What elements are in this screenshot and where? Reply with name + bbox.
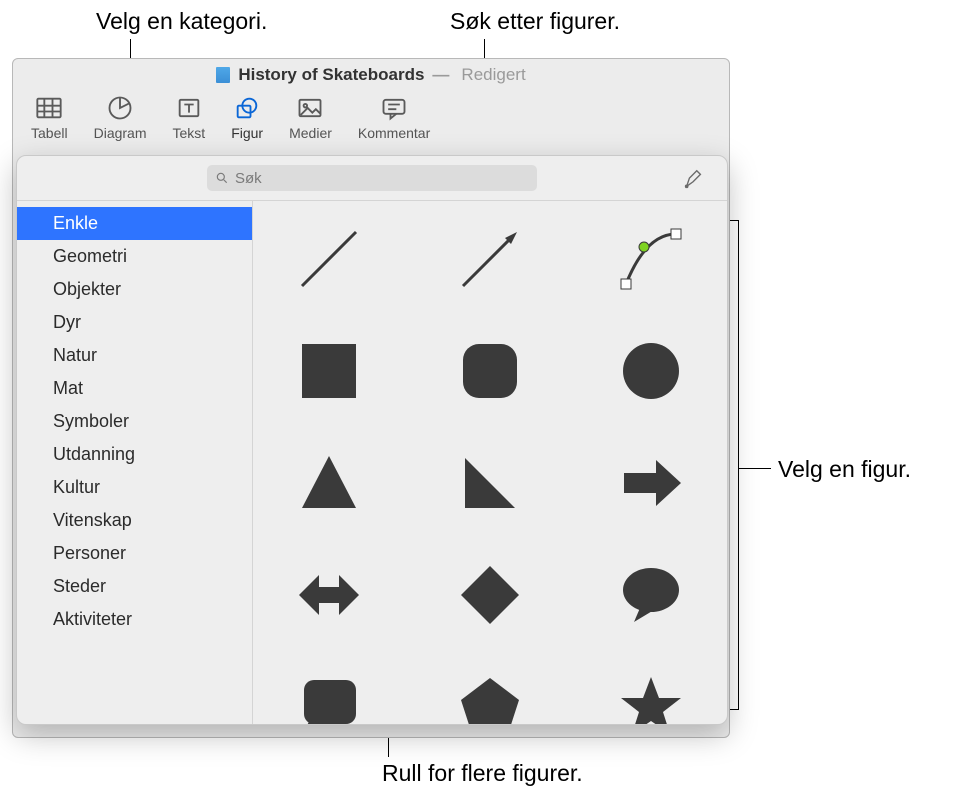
- shape-diamond[interactable]: [450, 555, 530, 635]
- toolbar-shape-button[interactable]: Figur: [231, 95, 263, 147]
- pen-tool-button[interactable]: [683, 168, 705, 195]
- window-titlebar: History of Skateboards — Redigert: [13, 59, 729, 91]
- toolbar-label: Medier: [289, 125, 332, 141]
- toolbar-label: Kommentar: [358, 125, 430, 141]
- toolbar-label: Tekst: [173, 125, 206, 141]
- shape-chat-square[interactable]: [289, 667, 369, 724]
- toolbar: Tabell Diagram Tekst Figur Medier: [13, 91, 729, 147]
- chart-icon: [106, 95, 134, 121]
- toolbar-table-button[interactable]: Tabell: [31, 95, 68, 147]
- shape-pentagon[interactable]: [450, 667, 530, 724]
- toolbar-label: Tabell: [31, 125, 68, 141]
- pen-icon: [683, 168, 705, 190]
- document-icon: [216, 67, 230, 83]
- sidebar-item-personer[interactable]: Personer: [17, 537, 252, 570]
- sidebar-item-aktiviteter[interactable]: Aktiviteter: [17, 603, 252, 636]
- toolbar-media-button[interactable]: Medier: [289, 95, 332, 147]
- shape-icon: [233, 95, 261, 121]
- toolbar-comment-button[interactable]: Kommentar: [358, 95, 430, 147]
- edited-dash: —: [432, 65, 449, 85]
- text-icon: [175, 95, 203, 121]
- toolbar-text-button[interactable]: Tekst: [173, 95, 206, 147]
- category-sidebar: Enkle Geometri Objekter Dyr Natur Mat Sy…: [17, 201, 253, 724]
- callout-line: [739, 468, 771, 469]
- sidebar-item-kultur[interactable]: Kultur: [17, 471, 252, 504]
- shapes-area[interactable]: [253, 201, 727, 724]
- popover-body: Enkle Geometri Objekter Dyr Natur Mat Sy…: [17, 200, 727, 724]
- search-icon: [215, 171, 229, 185]
- callout-scroll: Rull for flere figurer.: [382, 760, 583, 787]
- callout-category: Velg en kategori.: [96, 8, 267, 35]
- shape-triangle[interactable]: [289, 443, 369, 523]
- shape-arrow-both[interactable]: [289, 555, 369, 635]
- toolbar-chart-button[interactable]: Diagram: [94, 95, 147, 147]
- media-icon: [296, 95, 324, 121]
- edited-label: Redigert: [461, 65, 525, 85]
- shapes-grid: [269, 219, 711, 724]
- callout-search: Søk etter figurer.: [450, 8, 620, 35]
- shape-arrow-right[interactable]: [611, 443, 691, 523]
- sidebar-item-dyr[interactable]: Dyr: [17, 306, 252, 339]
- shape-speech-bubble[interactable]: [611, 555, 691, 635]
- shape-circle[interactable]: [611, 331, 691, 411]
- shape-line[interactable]: [289, 219, 369, 299]
- search-placeholder: Søk: [235, 170, 262, 187]
- callout-bracket: [738, 220, 739, 710]
- sidebar-item-steder[interactable]: Steder: [17, 570, 252, 603]
- sidebar-item-symboler[interactable]: Symboler: [17, 405, 252, 438]
- shape-right-triangle[interactable]: [450, 443, 530, 523]
- sidebar-item-objekter[interactable]: Objekter: [17, 273, 252, 306]
- sidebar-item-vitenskap[interactable]: Vitenskap: [17, 504, 252, 537]
- toolbar-label: Diagram: [94, 125, 147, 141]
- sidebar-item-natur[interactable]: Natur: [17, 339, 252, 372]
- shape-curve[interactable]: [611, 219, 691, 299]
- table-icon: [35, 95, 63, 121]
- sidebar-item-utdanning[interactable]: Utdanning: [17, 438, 252, 471]
- comment-icon: [380, 95, 408, 121]
- sidebar-item-mat[interactable]: Mat: [17, 372, 252, 405]
- shape-square[interactable]: [289, 331, 369, 411]
- shape-rounded-square[interactable]: [450, 331, 530, 411]
- document-title: History of Skateboards: [238, 65, 424, 85]
- callout-shape: Velg en figur.: [778, 456, 911, 483]
- popover-header: Søk: [17, 156, 727, 200]
- sidebar-item-enkle[interactable]: Enkle: [17, 207, 252, 240]
- toolbar-label: Figur: [231, 125, 263, 141]
- shapes-popover: Søk Enkle Geometri Objekter Dyr Natur Ma…: [16, 155, 728, 725]
- search-input[interactable]: Søk: [207, 165, 537, 191]
- shape-arrow-line[interactable]: [450, 219, 530, 299]
- shape-star[interactable]: [611, 667, 691, 724]
- sidebar-item-geometri[interactable]: Geometri: [17, 240, 252, 273]
